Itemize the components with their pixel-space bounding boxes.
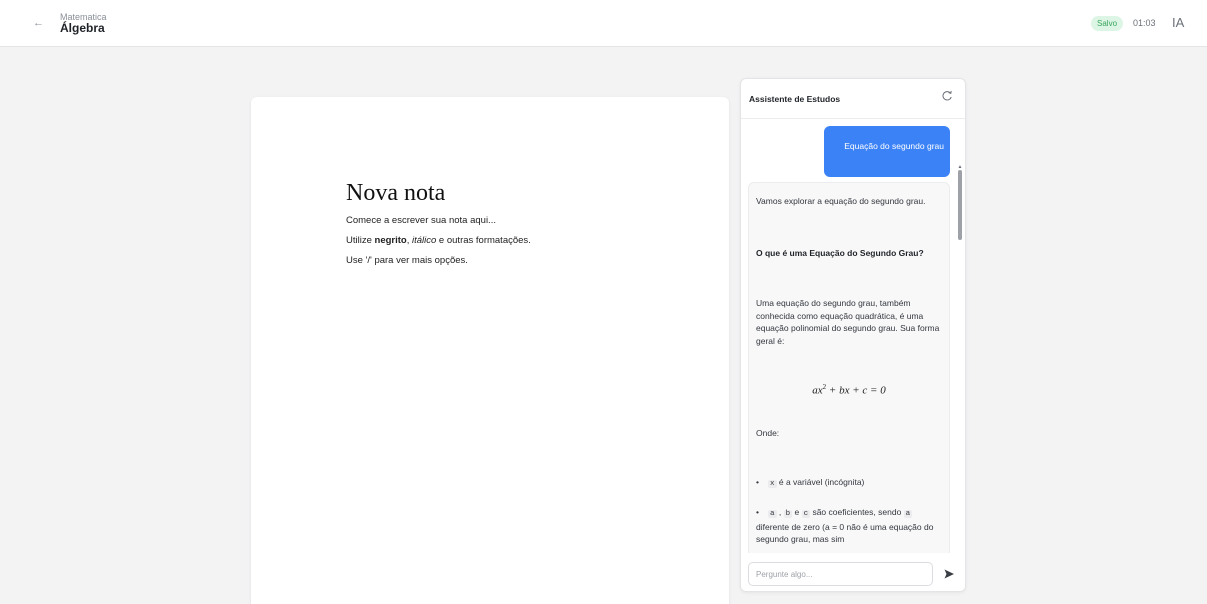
chat-input[interactable] [748, 562, 933, 586]
text-span: diferente de zero (a = 0 não é uma equaç… [756, 521, 934, 545]
note-line[interactable]: Use '/' para ver mais opções. [346, 255, 468, 266]
text-span: e [792, 507, 802, 517]
note-line[interactable]: Comece a escrever sua nota aqui... [346, 215, 496, 226]
message-paragraph: Vamos explorar a equação do segundo grau… [756, 196, 926, 206]
bullet: • [756, 507, 759, 517]
chat-input-row [741, 555, 965, 591]
bullet: • [756, 477, 759, 487]
assistant-header: Assistente de Estudos [741, 79, 965, 119]
math-formula: ax2 + bx + c = 0 [749, 381, 949, 397]
send-icon[interactable] [942, 567, 956, 581]
top-bar: ← Matematica Álgebra Salvo 01:03 IA [0, 0, 1207, 47]
message-paragraph: Onde: [756, 428, 780, 438]
inline-code: a [768, 510, 777, 518]
refresh-icon[interactable] [940, 89, 954, 103]
page-title: Álgebra [60, 21, 105, 35]
study-assistant-panel: Assistente de Estudos Equação do segundo… [740, 78, 966, 592]
arrow-left-icon: ← [33, 17, 44, 29]
text-span: são coeficientes, sendo [810, 507, 904, 517]
timer: 01:03 [1133, 18, 1156, 28]
chat-messages[interactable]: Equação do segundo grau Vamos explorar a… [741, 120, 965, 553]
inline-code: b [783, 510, 793, 518]
message-paragraph: Uma equação do segundo grau, também conh… [756, 298, 940, 346]
note-editor[interactable]: Nova nota Comece a escrever sua nota aqu… [251, 97, 729, 604]
scroll-thumb[interactable] [958, 170, 962, 240]
ai-toggle-button[interactable]: IA [1172, 14, 1184, 32]
formula-term: + bx + c = 0 [826, 384, 886, 397]
text-span: é a variável (incógnita) [776, 477, 865, 487]
status-badge: Salvo [1091, 16, 1124, 31]
text-span: Utilize [346, 235, 375, 246]
back-button[interactable]: ← [33, 15, 47, 31]
user-message: Equação do segundo grau [824, 126, 950, 177]
list-item: • x é a variável (incógnita) [756, 476, 942, 491]
inline-code: x [768, 480, 777, 488]
assistant-title: Assistente de Estudos [749, 94, 841, 104]
formula-term: ax [812, 384, 823, 397]
text-span: e outras formatações. [436, 235, 531, 246]
message-heading: O que é uma Equação do Segundo Grau? [756, 248, 924, 258]
note-title[interactable]: Nova nota [346, 180, 445, 207]
inline-code: c [801, 510, 811, 518]
assistant-message: Vamos explorar a equação do segundo grau… [748, 182, 950, 553]
chat-scrollbar[interactable]: ▲ ▼ [957, 164, 963, 553]
italic-text: itálico [412, 235, 437, 246]
note-line[interactable]: Utilize negrito, itálico e outras format… [346, 235, 531, 246]
inline-code: a [903, 510, 913, 518]
text-span: , [776, 507, 784, 517]
bold-text: negrito [374, 235, 407, 246]
list-item: • a , b e c são coeficientes, sendo a dif… [756, 506, 942, 546]
